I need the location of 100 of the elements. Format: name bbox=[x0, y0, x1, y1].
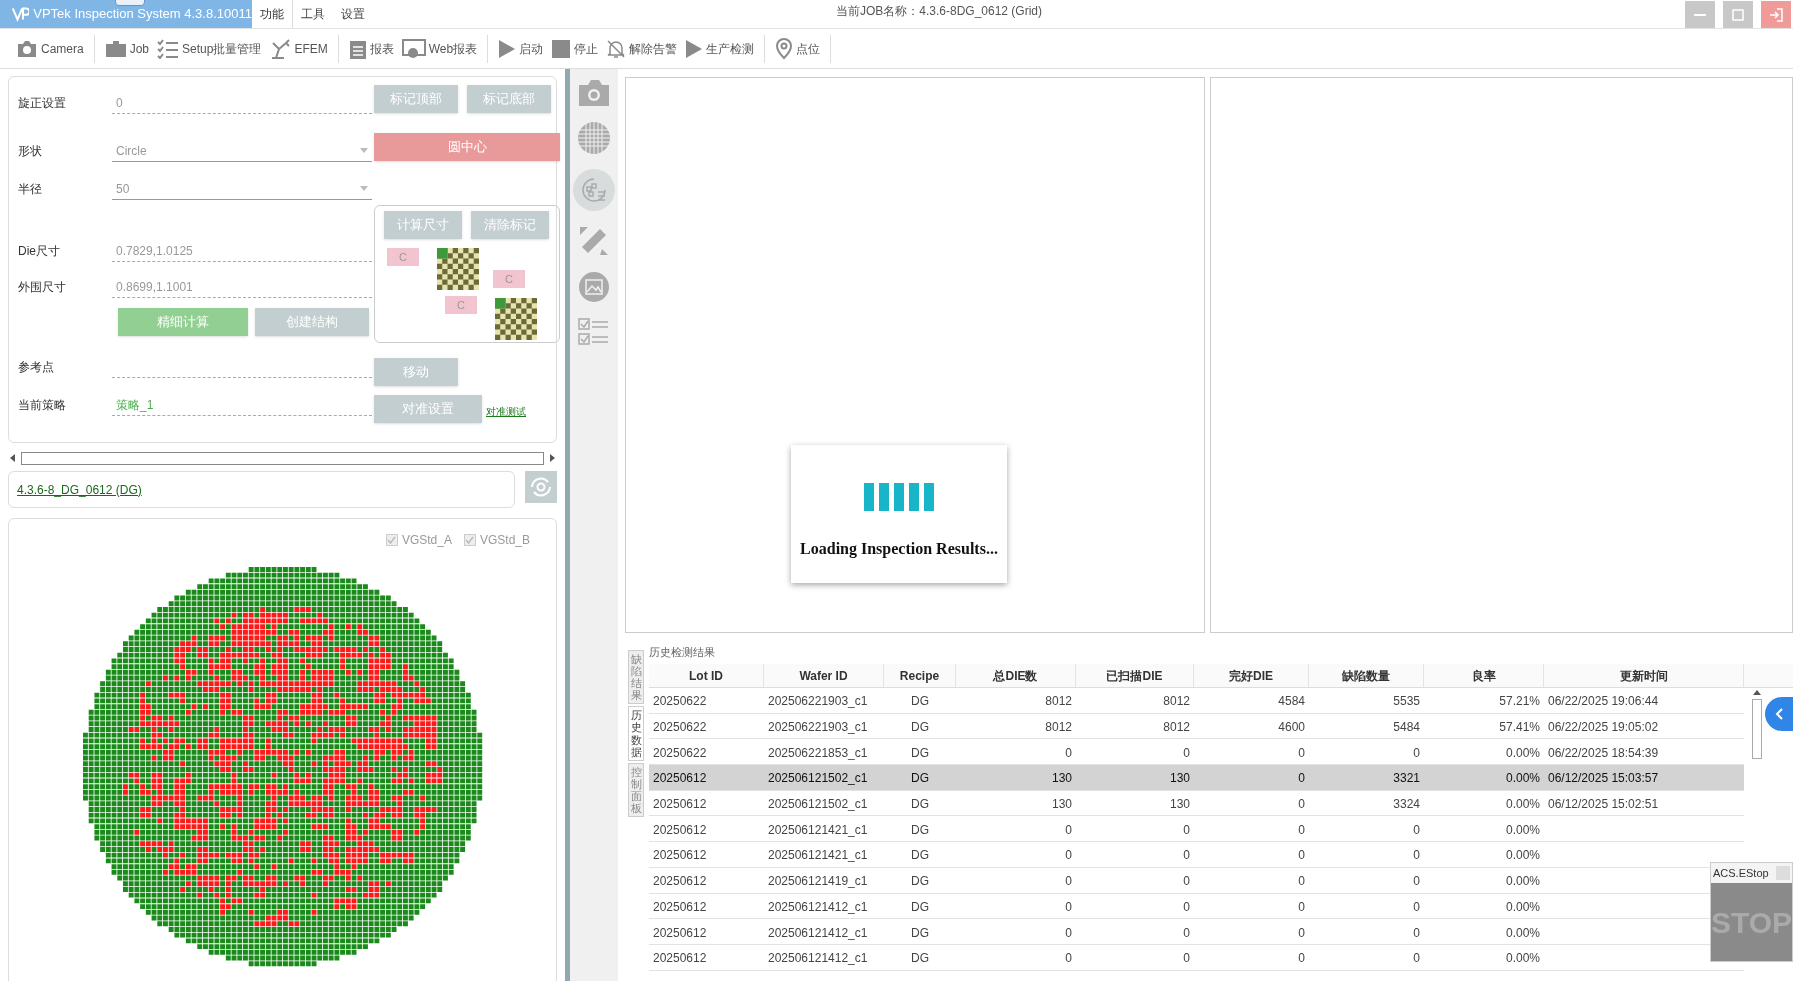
table-cell: 202506121421_c1 bbox=[768, 822, 868, 837]
table-cell: 20250622 bbox=[653, 694, 707, 709]
table-cell: 0.00% bbox=[1505, 848, 1540, 863]
field-label: Die尺寸 bbox=[18, 243, 61, 260]
table-cell: DG bbox=[911, 899, 929, 914]
table-cell: 20250622 bbox=[653, 745, 707, 760]
table-cell: DG bbox=[911, 745, 929, 760]
table-cell: 06/12/2025 15:02:51 bbox=[1548, 797, 1659, 812]
table-cell: 0 bbox=[1065, 874, 1072, 889]
table-cell: 0 bbox=[1413, 925, 1420, 940]
table-cell: 8012 bbox=[1045, 694, 1072, 709]
field-label: 半径 bbox=[18, 181, 43, 198]
table-cell: 202506121502_c1 bbox=[768, 771, 868, 786]
table-cell: 0 bbox=[1183, 951, 1190, 966]
table-cell: 0 bbox=[1413, 899, 1420, 914]
table-cell: 20250612 bbox=[653, 899, 707, 914]
table-cell: 202506121412_c1 bbox=[768, 951, 868, 966]
table-cell: 0 bbox=[1298, 925, 1305, 940]
table-cell: 06/22/2025 19:06:44 bbox=[1548, 694, 1659, 709]
table-cell: DG bbox=[911, 720, 929, 735]
table-cell: 5484 bbox=[1393, 720, 1420, 735]
marker-label: C bbox=[493, 270, 525, 288]
table-cell: 0 bbox=[1183, 874, 1190, 889]
table-cell: 202506121502_c1 bbox=[768, 797, 868, 812]
field-label: 形状 bbox=[18, 143, 43, 160]
table-cell: 20250612 bbox=[653, 822, 707, 837]
table-cell: 0 bbox=[1298, 745, 1305, 760]
table-cell: 06/22/2025 18:54:39 bbox=[1548, 745, 1659, 760]
table-cell: 130 bbox=[1051, 797, 1072, 812]
table-cell: 0 bbox=[1298, 797, 1305, 812]
table-cell: 0 bbox=[1413, 745, 1420, 760]
table-cell: 0.00% bbox=[1505, 925, 1540, 940]
table-cell: 0.00% bbox=[1505, 745, 1540, 760]
table-cell: 202506221903_c1 bbox=[768, 720, 868, 735]
table-cell: 20250612 bbox=[653, 951, 707, 966]
table-cell: DG bbox=[911, 797, 929, 812]
table-cell: 3324 bbox=[1393, 797, 1420, 812]
table-cell: 130 bbox=[1169, 771, 1190, 786]
table-cell: 0.00% bbox=[1505, 951, 1540, 966]
table-cell: 5535 bbox=[1393, 694, 1420, 709]
table-cell: 202506121419_c1 bbox=[768, 874, 868, 889]
table-cell: DG bbox=[911, 848, 929, 863]
table-cell: 0 bbox=[1413, 874, 1420, 889]
table-cell: DG bbox=[911, 771, 929, 786]
table-cell: 4584 bbox=[1278, 694, 1305, 709]
table-cell: 202506121421_c1 bbox=[768, 848, 868, 863]
table-cell: 202506121412_c1 bbox=[768, 925, 868, 940]
field-label: 外围尺寸 bbox=[18, 279, 67, 296]
field-label: 旋正设置 bbox=[18, 95, 67, 112]
table-cell: 0 bbox=[1298, 848, 1305, 863]
table-cell: 0 bbox=[1183, 848, 1190, 863]
table-cell: 0 bbox=[1065, 745, 1072, 760]
table-cell: 0 bbox=[1183, 925, 1190, 940]
table-cell: 0.00% bbox=[1505, 899, 1540, 914]
table-cell: 130 bbox=[1169, 797, 1190, 812]
table-cell: DG bbox=[911, 822, 929, 837]
table-cell: DG bbox=[911, 694, 929, 709]
window-title: VPTek Inspection System 4.3.8.10011 bbox=[33, 5, 252, 24]
marker-label: C bbox=[387, 248, 419, 266]
table-cell: 0.00% bbox=[1505, 797, 1540, 812]
table-cell: 0 bbox=[1298, 874, 1305, 889]
table-cell: 0 bbox=[1413, 822, 1420, 837]
table-cell: 8012 bbox=[1163, 694, 1190, 709]
table-cell: 0 bbox=[1413, 848, 1420, 863]
table-title: 历史检测结果 bbox=[649, 645, 716, 660]
table-cell: 202506221903_c1 bbox=[768, 694, 868, 709]
field-label: 参考点 bbox=[18, 359, 55, 376]
table-cell: 0 bbox=[1065, 822, 1072, 837]
table-cell: 0 bbox=[1298, 951, 1305, 966]
table-cell: 0 bbox=[1065, 899, 1072, 914]
table-cell: 130 bbox=[1051, 771, 1072, 786]
table-cell: 20250612 bbox=[653, 771, 707, 786]
table-cell: 4600 bbox=[1278, 720, 1305, 735]
table-cell: 20250622 bbox=[653, 720, 707, 735]
table-cell: 0 bbox=[1298, 899, 1305, 914]
table-cell: 0 bbox=[1298, 822, 1305, 837]
table-cell: 57.21% bbox=[1499, 694, 1540, 709]
table-cell: 3321 bbox=[1393, 771, 1420, 786]
table-cell: DG bbox=[911, 874, 929, 889]
table-cell: 0 bbox=[1183, 899, 1190, 914]
field-label: 当前策略 bbox=[18, 397, 67, 414]
table-cell: 8012 bbox=[1045, 720, 1072, 735]
table-cell: 06/22/2025 19:05:02 bbox=[1548, 720, 1659, 735]
table-cell: 0 bbox=[1065, 848, 1072, 863]
table-cell: 202506121412_c1 bbox=[768, 899, 868, 914]
table-cell: 0 bbox=[1183, 745, 1190, 760]
table-cell: DG bbox=[911, 925, 929, 940]
table-cell: 20250612 bbox=[653, 925, 707, 940]
table-cell: 20250612 bbox=[653, 797, 707, 812]
table-cell: 8012 bbox=[1163, 720, 1190, 735]
table-cell: 0 bbox=[1413, 951, 1420, 966]
marker-label: C bbox=[445, 296, 477, 314]
table-cell: 0 bbox=[1065, 925, 1072, 940]
table-cell: 0.00% bbox=[1505, 822, 1540, 837]
job-name: 当前JOB名称：4.3.6-8DG_0612 (Grid) bbox=[835, 3, 1043, 20]
table-cell: DG bbox=[911, 951, 929, 966]
loading-message: Loading Inspection Results... bbox=[800, 539, 998, 560]
table-cell: 20250612 bbox=[653, 874, 707, 889]
table-cell: 0.00% bbox=[1505, 771, 1540, 786]
table-cell: 20250612 bbox=[653, 848, 707, 863]
